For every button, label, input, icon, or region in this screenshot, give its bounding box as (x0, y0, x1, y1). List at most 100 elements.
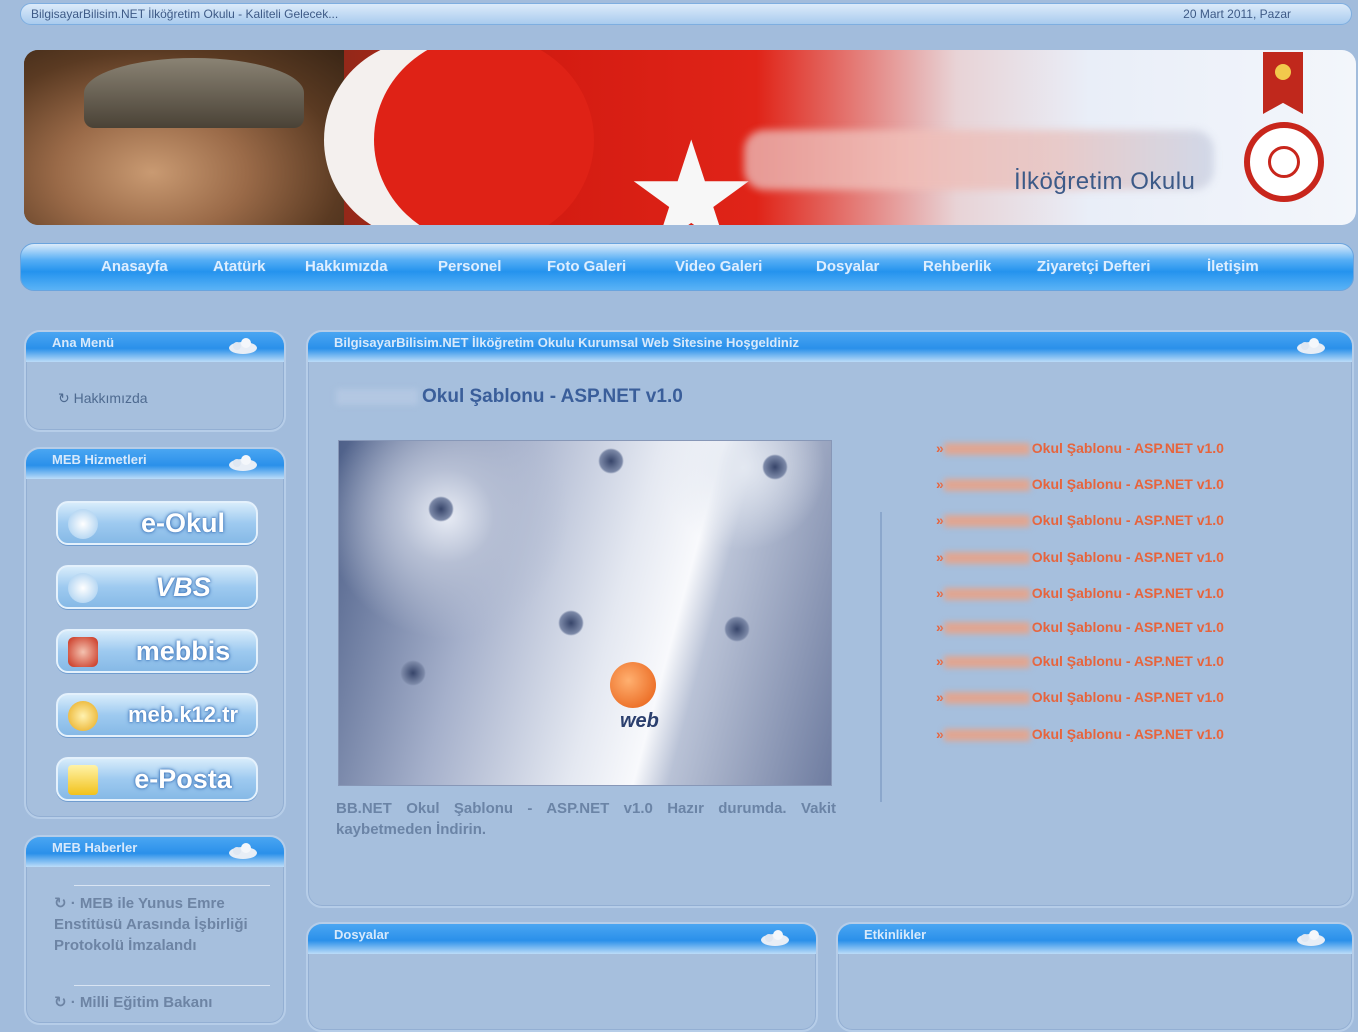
news-link[interactable]: » Okul Şablonu - ASP.NET v1.0 (936, 476, 1224, 492)
panel-header: Dosyalar (308, 924, 816, 954)
news-link[interactable]: » Okul Şablonu - ASP.NET v1.0 (936, 512, 1224, 528)
blur-dot (598, 448, 624, 474)
blur-dot (558, 610, 584, 636)
headline-description: BB.NET Okul Şablonu - ASP.NET v1.0 Hazır… (336, 800, 836, 838)
current-date: 20 Mart 2011, Pazar (1183, 7, 1291, 21)
site-title: BilgisayarBilisim.NET İlköğretim Okulu -… (31, 7, 339, 21)
divider (74, 985, 270, 986)
panel-header: Ana Menü (26, 332, 284, 362)
news-link[interactable]: » Okul Şablonu - ASP.NET v1.0 (936, 549, 1224, 565)
flag-crescent-cutout (374, 50, 594, 225)
blurred-brand (943, 552, 1030, 565)
eposta-button[interactable]: e-Posta (56, 757, 258, 801)
eokul-logo-icon (68, 509, 98, 539)
blurred-brand (943, 515, 1030, 528)
mebbis-logo-icon (68, 637, 98, 667)
vertical-divider (880, 512, 882, 802)
nav-iletisim[interactable]: İletişim (1207, 258, 1259, 275)
ataturk-cap (84, 58, 304, 128)
panel-title: MEB Hizmetleri (52, 452, 147, 467)
blurred-brand (943, 729, 1030, 742)
cloud-icon (1297, 338, 1325, 354)
news-link[interactable]: » Okul Şablonu - ASP.NET v1.0 (936, 619, 1224, 635)
vbs-logo-icon (68, 573, 98, 603)
bullet-icon: » (936, 619, 944, 635)
nav-ziyaretci-defteri[interactable]: Ziyaretçi Defteri (1037, 258, 1150, 275)
cloud-icon (229, 843, 257, 859)
mebbis-button[interactable]: mebbis (56, 629, 258, 673)
bullet-icon: » (936, 476, 944, 492)
welcome-title: BilgisayarBilisim.NET İlköğretim Okulu K… (334, 335, 799, 350)
main-menu-panel: Ana Menü ↻ Hakkımızda (24, 330, 286, 432)
bullet-icon: » (936, 585, 944, 601)
cloud-icon (761, 930, 789, 946)
bullet-icon: » (936, 512, 944, 528)
nav-rehberlik[interactable]: Rehberlik (923, 258, 991, 275)
menu-item-label: Hakkımızda (73, 390, 148, 406)
news-link[interactable]: » Okul Şablonu - ASP.NET v1.0 (936, 726, 1224, 742)
blur-dot (400, 660, 426, 686)
nav-dosyalar[interactable]: Dosyalar (816, 258, 879, 275)
blur-dot (724, 616, 750, 642)
news-link[interactable]: » Okul Şablonu - ASP.NET v1.0 (936, 653, 1224, 669)
bullet-icon: » (936, 689, 944, 705)
ribbon-medal-icon (1263, 52, 1303, 114)
nav-anasayfa[interactable]: Anasayfa (101, 258, 168, 275)
panel-title: Dosyalar (334, 927, 389, 942)
cloud-icon (229, 455, 257, 471)
globe-logo-icon (610, 662, 656, 708)
news-item[interactable]: ↻ · MEB ile Yunus Emre Enstitüsü Arasınd… (54, 893, 264, 956)
nav-foto-galeri[interactable]: Foto Galeri (547, 258, 626, 275)
bullet-arrow-icon: ↻ (58, 390, 70, 406)
blurred-brand (943, 622, 1030, 635)
bullet-icon: » (936, 549, 944, 565)
panel-header: Etkinlikler (838, 924, 1352, 954)
panel-header: BilgisayarBilisim.NET İlköğretim Okulu K… (308, 332, 1352, 362)
panel-title: Ana Menü (52, 335, 115, 350)
bullet-icon: » (936, 726, 944, 742)
bullet-arrow-icon: ↻ (54, 895, 67, 912)
events-panel: Etkinlikler (836, 922, 1354, 1032)
panel-title: MEB Haberler (52, 840, 138, 855)
nav-video-galeri[interactable]: Video Galeri (675, 258, 762, 275)
eokul-button[interactable]: e-Okul (56, 501, 258, 545)
panel-title: Etkinlikler (864, 927, 927, 942)
news-item[interactable]: ↻ · Milli Eğitim Bakanı (54, 992, 264, 1013)
bullet-icon: » (936, 653, 944, 669)
divider (74, 885, 270, 886)
news-link[interactable]: » Okul Şablonu - ASP.NET v1.0 (936, 585, 1224, 601)
photo-logo-text: web (620, 710, 659, 732)
panel-header: MEB Hizmetleri (26, 449, 284, 479)
menu-item-hakkimizda[interactable]: ↻ Hakkımızda (58, 390, 148, 407)
globe-mail-icon (68, 701, 98, 731)
meb-k12-button[interactable]: meb.k12.tr (56, 693, 258, 737)
meb-services-panel: MEB Hizmetleri e-Okul VBS mebbis meb.k12… (24, 447, 286, 819)
blur-dot (428, 496, 454, 522)
files-panel: Dosyalar (306, 922, 818, 1032)
blurred-brand (943, 656, 1030, 669)
vbs-button[interactable]: VBS (56, 565, 258, 609)
envelope-icon (68, 765, 98, 795)
meb-news-panel: MEB Haberler ↻ · MEB ile Yunus Emre Enst… (24, 835, 286, 1025)
panel-header: MEB Haberler (26, 837, 284, 867)
blurred-brand (336, 388, 418, 405)
cloud-icon (1297, 930, 1325, 946)
nav-personel[interactable]: Personel (438, 258, 501, 275)
blurred-brand (943, 479, 1030, 492)
school-name: İlköğretim Okulu (1014, 168, 1196, 195)
blur-dot (762, 454, 788, 480)
headline-title[interactable]: Okul Şablonu - ASP.NET v1.0 (336, 386, 683, 408)
nav-hakkimizda[interactable]: Hakkımızda (305, 258, 388, 275)
news-link[interactable]: » Okul Şablonu - ASP.NET v1.0 (936, 440, 1224, 456)
flag-star-icon: ★ (624, 110, 759, 225)
blurred-brand (943, 588, 1030, 601)
cloud-icon (229, 338, 257, 354)
featured-image[interactable]: web (338, 440, 832, 786)
bullet-arrow-icon: ↻ (54, 994, 67, 1011)
main-navigation: Anasayfa Atatürk Hakkımızda Personel Fot… (20, 243, 1354, 291)
blurred-brand (943, 443, 1030, 456)
news-link[interactable]: » Okul Şablonu - ASP.NET v1.0 (936, 689, 1224, 705)
top-info-bar: BilgisayarBilisim.NET İlköğretim Okulu -… (20, 3, 1352, 25)
nav-ataturk[interactable]: Atatürk (213, 258, 266, 275)
meb-logo-icon (1244, 122, 1324, 202)
